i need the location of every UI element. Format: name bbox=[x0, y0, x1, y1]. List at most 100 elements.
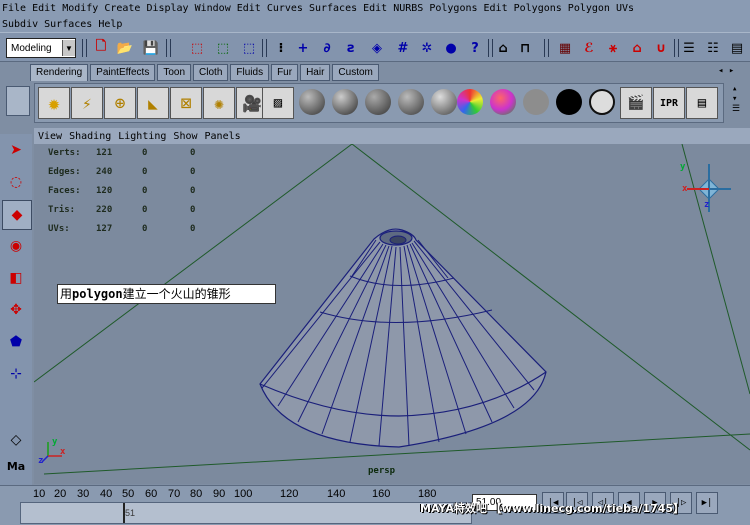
select-object-icon[interactable]: ⬚ bbox=[214, 39, 232, 57]
tab-fluids[interactable]: Fluids bbox=[230, 64, 270, 81]
point-light-icon[interactable]: ⚡ bbox=[71, 87, 103, 119]
construction-history-icon[interactable]: ℰ bbox=[580, 39, 598, 57]
hud-uvs-selected: 0 bbox=[142, 224, 148, 234]
show-manipulator-icon[interactable]: ⊹ bbox=[2, 360, 30, 388]
rotate-tool-icon[interactable]: ◉ bbox=[2, 232, 30, 260]
menu-edit-polygons[interactable]: Edit Polygons bbox=[482, 3, 566, 14]
phonge-material-icon[interactable] bbox=[396, 87, 426, 117]
menu-edit[interactable]: Edit bbox=[30, 3, 60, 14]
area-light-icon[interactable]: ⊠ bbox=[170, 87, 202, 119]
render-settings-icon[interactable]: ▤ bbox=[686, 87, 718, 119]
shelf-options-button[interactable] bbox=[6, 86, 30, 116]
use-background-icon[interactable] bbox=[554, 87, 584, 117]
viewport-menu-view[interactable]: View bbox=[34, 131, 65, 142]
menu-edit-nurbs[interactable]: Edit NURBS bbox=[361, 3, 427, 14]
blinn-material-icon[interactable] bbox=[330, 87, 360, 117]
menu-polygon-uvs[interactable]: Polygon UVs bbox=[566, 3, 638, 14]
render-icon[interactable]: ● bbox=[442, 39, 460, 57]
lambert-material-icon[interactable] bbox=[297, 87, 327, 117]
shading-map-icon[interactable] bbox=[587, 87, 617, 117]
menu-file[interactable]: File bbox=[0, 3, 30, 14]
menu-modify[interactable]: Modify bbox=[60, 3, 102, 14]
manipulator-tool-icon[interactable]: ✥ bbox=[2, 296, 30, 324]
tab-painteffects[interactable]: PaintEffects bbox=[90, 64, 156, 81]
divider bbox=[262, 39, 267, 57]
menu-create[interactable]: Create bbox=[102, 3, 144, 14]
make-live-icon[interactable]: # bbox=[394, 39, 412, 57]
menu-polygons[interactable]: Polygons bbox=[427, 3, 481, 14]
scale-tool-icon[interactable]: ◧ bbox=[2, 264, 30, 292]
tab-hair[interactable]: Hair bbox=[300, 64, 331, 81]
menu-surfaces[interactable]: Surfaces bbox=[307, 3, 361, 14]
volume-light-icon[interactable]: ✺ bbox=[203, 87, 235, 119]
hud-tris-total: 220 bbox=[96, 205, 113, 215]
open-scene-icon[interactable]: 📂 bbox=[116, 39, 134, 57]
soft-modify-tool-icon[interactable]: ⬟ bbox=[2, 328, 30, 356]
ipr-render-icon[interactable]: ⚹ bbox=[604, 39, 622, 57]
snapshot-icon[interactable]: ⌂ bbox=[628, 39, 646, 57]
tick-label: 80 bbox=[190, 488, 203, 500]
tab-cloth[interactable]: Cloth bbox=[193, 64, 229, 81]
snap-curve-icon[interactable]: ∂ bbox=[318, 39, 336, 57]
ramp-shader-icon[interactable] bbox=[488, 87, 518, 117]
menu-window[interactable]: Window bbox=[193, 3, 235, 14]
menu-edit-curves[interactable]: Edit Curves bbox=[235, 3, 307, 14]
perspective-viewport[interactable]: Verts: 121 0 0 Edges: 240 0 0 Faces: 120… bbox=[34, 144, 750, 484]
tick-label: 10 bbox=[33, 488, 46, 500]
snap-point-icon[interactable]: ƨ bbox=[342, 39, 360, 57]
surface-shader-icon[interactable] bbox=[521, 87, 551, 117]
shelf-scroll-arrows[interactable]: ◂ ▸ bbox=[718, 66, 734, 76]
timeline-ticks: 10 20 30 40 50 60 70 80 90 100 120 140 1… bbox=[0, 488, 470, 501]
menu-display[interactable]: Display bbox=[144, 3, 192, 14]
input-ops-icon[interactable]: ▦ bbox=[556, 39, 574, 57]
cache-icon[interactable]: ∪ bbox=[652, 39, 670, 57]
volcano-cone-mesh[interactable] bbox=[259, 228, 547, 448]
tab-rendering[interactable]: Rendering bbox=[30, 64, 89, 81]
lock-icon[interactable]: ⌂ bbox=[494, 39, 512, 57]
texture-icon[interactable]: ▨ bbox=[262, 87, 294, 119]
channel-box-icon[interactable]: ☰ bbox=[680, 39, 698, 57]
snap-grid-icon[interactable]: + bbox=[294, 39, 312, 57]
timeline-track[interactable]: 51 bbox=[20, 502, 472, 524]
gizmo-z-label: z bbox=[704, 200, 710, 210]
menu-help[interactable]: Help bbox=[96, 19, 126, 30]
divider bbox=[82, 39, 87, 57]
layered-shader-icon[interactable] bbox=[455, 87, 485, 117]
directional-light-icon[interactable]: ✹ bbox=[38, 87, 70, 119]
tab-toon[interactable]: Toon bbox=[157, 64, 192, 81]
viewport-menu-lighting[interactable]: Lighting bbox=[114, 131, 169, 142]
tab-fur[interactable]: Fur bbox=[271, 64, 299, 81]
magnet-icon[interactable]: ⊓ bbox=[516, 39, 534, 57]
tab-custom[interactable]: Custom bbox=[332, 64, 379, 81]
menu-subdiv-surfaces[interactable]: Subdiv Surfaces bbox=[0, 19, 96, 30]
viewport-menu-shading[interactable]: Shading bbox=[65, 131, 114, 142]
viewport-menu-show[interactable]: Show bbox=[169, 131, 200, 142]
new-scene-icon[interactable]: 🗋 bbox=[92, 39, 110, 57]
lasso-tool-icon[interactable]: ◌ bbox=[2, 168, 30, 196]
ipr-render-icon[interactable]: IPR bbox=[653, 87, 685, 119]
history-icon[interactable]: ✲ bbox=[418, 39, 436, 57]
help-question-icon[interactable]: ? bbox=[466, 39, 484, 57]
attribute-editor-icon[interactable]: ☷ bbox=[704, 39, 722, 57]
select-hierarchy-icon[interactable]: ⬚ bbox=[188, 39, 206, 57]
hud-faces-label: Faces: bbox=[48, 186, 81, 196]
viewport-menu-panels[interactable]: Panels bbox=[201, 131, 244, 142]
selection-mask-icon[interactable]: ⁝ bbox=[272, 39, 290, 57]
tick-label: 40 bbox=[100, 488, 113, 500]
ambient-light-icon[interactable]: ⊕ bbox=[104, 87, 136, 119]
select-tool-icon[interactable]: ➤ bbox=[2, 136, 30, 164]
marker-frame-label: 51 bbox=[125, 508, 136, 518]
select-component-icon[interactable]: ⬚ bbox=[240, 39, 258, 57]
snap-view-plane-icon[interactable]: ◈ bbox=[368, 39, 386, 57]
shelf-scroll-buttons[interactable]: ▴ ▾ ☰ bbox=[732, 84, 740, 114]
tick-label: 20 bbox=[54, 488, 67, 500]
go-to-end-icon[interactable]: ▶| bbox=[696, 492, 718, 514]
move-tool-icon[interactable]: ◆ bbox=[2, 200, 32, 230]
render-current-frame-icon[interactable]: 🎬 bbox=[620, 87, 652, 119]
tool-settings-icon[interactable]: ▤ bbox=[728, 39, 746, 57]
layout-single-pane-icon[interactable]: ◇ bbox=[2, 426, 30, 454]
save-scene-icon[interactable]: 💾 bbox=[142, 39, 160, 57]
phong-material-icon[interactable] bbox=[363, 87, 393, 117]
mode-selector[interactable]: Modeling ▼ bbox=[6, 38, 76, 58]
spot-light-icon[interactable]: ◣ bbox=[137, 87, 169, 119]
